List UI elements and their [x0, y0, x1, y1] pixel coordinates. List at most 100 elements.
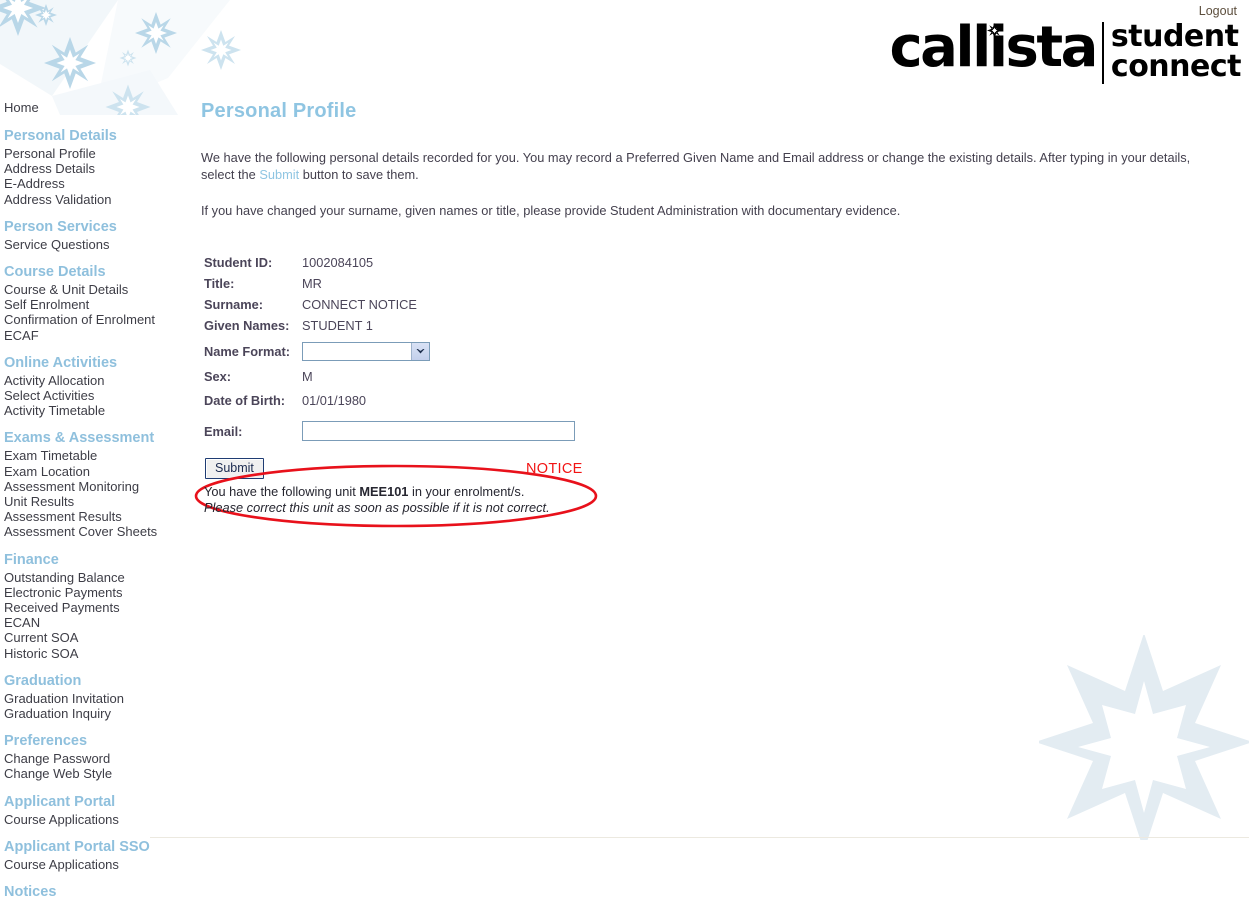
- main-content: Personal Profile We have the following p…: [198, 100, 1228, 538]
- sidebar-item-assessment-results[interactable]: Assessment Results: [0, 509, 175, 524]
- notice-line-2: Please correct this unit as soon as poss…: [204, 500, 550, 516]
- sidebar-heading-notices[interactable]: Notices: [0, 883, 175, 902]
- notice-line-1: You have the following unit MEE101 in yo…: [204, 484, 550, 500]
- sidebar-heading-personal-details[interactable]: Personal Details: [0, 127, 175, 146]
- sidebar-item-activity-allocation[interactable]: Activity Allocation: [0, 373, 175, 388]
- name-format-select[interactable]: [302, 342, 430, 361]
- brand-name: callista: [889, 20, 1099, 76]
- brand-product-line1: student: [1111, 22, 1241, 52]
- sidebar-item-change-password[interactable]: Change Password: [0, 751, 175, 766]
- sidebar-item-course-unit-details[interactable]: Course & Unit Details: [0, 282, 175, 297]
- field-row-given-names: Given Names: STUDENT 1: [204, 315, 1228, 336]
- field-row-date-of-birth: Date of Birth: 01/01/1980: [204, 387, 1228, 413]
- sidebar-item-unit-results[interactable]: Unit Results: [0, 494, 175, 509]
- sidebar-item-course-applications[interactable]: Course Applications: [0, 812, 175, 827]
- title-label: Title:: [204, 276, 302, 291]
- sidebar-item-exam-location[interactable]: Exam Location: [0, 464, 175, 479]
- sidebar-item-personal-profile[interactable]: Personal Profile: [0, 146, 175, 161]
- sidebar-item-home[interactable]: Home: [0, 100, 175, 116]
- sidebar-heading-online-activities[interactable]: Online Activities: [0, 354, 175, 373]
- sidebar-item-electronic-payments[interactable]: Electronic Payments: [0, 585, 175, 600]
- title-value: MR: [302, 276, 322, 291]
- page-header: Logout callista student connect: [0, 0, 1249, 92]
- notice-body: You have the following unit MEE101 in yo…: [204, 484, 550, 515]
- sidebar-item-historic-soa[interactable]: Historic SOA: [0, 646, 175, 661]
- logout-link[interactable]: Logout: [1199, 4, 1237, 18]
- sidebar-group-preferences: Preferences Change Password Change Web S…: [0, 732, 175, 781]
- sidebar-heading-finance[interactable]: Finance: [0, 551, 175, 570]
- sidebar-item-address-details[interactable]: Address Details: [0, 161, 175, 176]
- sidebar-item-confirmation-of-enrolment[interactable]: Confirmation of Enrolment: [0, 312, 175, 327]
- sex-value: M: [302, 369, 313, 384]
- name-format-select-wrapper: [302, 342, 430, 361]
- sidebar-group-exams-assessment: Exams & Assessment Exam Timetable Exam L…: [0, 429, 175, 539]
- brand-logo: callista student connect: [889, 20, 1241, 84]
- field-row-email: Email:: [204, 413, 1228, 449]
- field-row-title: Title: MR: [204, 273, 1228, 294]
- submit-and-notice-area: Submit NOTICE You have the following uni…: [204, 458, 624, 538]
- sidebar-heading-graduation[interactable]: Graduation: [0, 672, 175, 691]
- sidebar-group-course-details: Course Details Course & Unit Details Sel…: [0, 263, 175, 343]
- brand-product: student connect: [1111, 20, 1241, 82]
- sidebar-item-outstanding-balance[interactable]: Outstanding Balance: [0, 570, 175, 585]
- sidebar-item-received-payments[interactable]: Received Payments: [0, 600, 175, 615]
- intro-paragraph: We have the following personal details r…: [201, 149, 1213, 183]
- sidebar-group-applicant-portal-sso: Applicant Portal SSO Course Applications: [0, 838, 175, 872]
- sidebar-group-person-services: Person Services Service Questions: [0, 218, 175, 252]
- date-of-birth-value: 01/01/1980: [302, 393, 366, 408]
- sidebar-item-graduation-invitation[interactable]: Graduation Invitation: [0, 691, 175, 706]
- notice-unit-code: MEE101: [359, 484, 408, 499]
- sidebar-heading-exams-assessment[interactable]: Exams & Assessment: [0, 429, 175, 448]
- given-names-value: STUDENT 1: [302, 318, 373, 333]
- submit-button[interactable]: Submit: [205, 458, 264, 479]
- sidebar-item-ecaf[interactable]: ECAF: [0, 328, 175, 343]
- student-id-label: Student ID:: [204, 255, 302, 270]
- field-row-student-id: Student ID: 1002084105: [204, 252, 1228, 273]
- sidebar-heading-course-details[interactable]: Course Details: [0, 263, 175, 282]
- sidebar-group-online-activities: Online Activities Activity Allocation Se…: [0, 354, 175, 419]
- sidebar-group-notices: Notices: [0, 883, 175, 902]
- email-field[interactable]: [302, 421, 575, 441]
- notice-line1-prefix: You have the following unit: [204, 484, 359, 499]
- brand-product-line2: connect: [1111, 52, 1241, 82]
- brand-divider: [1102, 22, 1104, 84]
- sidebar-group-applicant-portal: Applicant Portal Course Applications: [0, 793, 175, 827]
- decorative-star-bottom-right: [1039, 635, 1249, 840]
- sidebar-item-exam-timetable[interactable]: Exam Timetable: [0, 448, 175, 463]
- personal-details-form: Student ID: 1002084105 Title: MR Surname…: [204, 252, 1228, 449]
- field-row-sex: Sex: M: [204, 366, 1228, 387]
- sidebar-item-change-web-style[interactable]: Change Web Style: [0, 766, 175, 781]
- sidebar-item-assessment-cover-sheets[interactable]: Assessment Cover Sheets: [0, 524, 175, 539]
- sidebar-heading-applicant-portal[interactable]: Applicant Portal: [0, 793, 175, 812]
- sidebar-group-finance: Finance Outstanding Balance Electronic P…: [0, 551, 175, 661]
- email-label: Email:: [204, 424, 302, 439]
- sidebar-item-current-soa[interactable]: Current SOA: [0, 630, 175, 645]
- sidebar-navigation: Home Personal Details Personal Profile A…: [0, 100, 175, 902]
- surname-label: Surname:: [204, 297, 302, 312]
- sidebar-heading-person-services[interactable]: Person Services: [0, 218, 175, 237]
- sidebar-group-personal-details: Personal Details Personal Profile Addres…: [0, 127, 175, 207]
- sidebar-item-select-activities[interactable]: Select Activities: [0, 388, 175, 403]
- notice-label: NOTICE: [526, 461, 583, 477]
- given-names-label: Given Names:: [204, 318, 302, 333]
- sidebar-group-graduation: Graduation Graduation Invitation Graduat…: [0, 672, 175, 721]
- sidebar-item-self-enrolment[interactable]: Self Enrolment: [0, 297, 175, 312]
- sex-label: Sex:: [204, 369, 302, 384]
- sidebar-heading-preferences[interactable]: Preferences: [0, 732, 175, 751]
- sidebar-item-address-validation[interactable]: Address Validation: [0, 192, 175, 207]
- sidebar-item-activity-timetable[interactable]: Activity Timetable: [0, 403, 175, 418]
- name-format-label: Name Format:: [204, 344, 302, 359]
- page-title: Personal Profile: [201, 100, 1228, 123]
- field-row-name-format: Name Format:: [204, 336, 1228, 366]
- sidebar-item-assessment-monitoring[interactable]: Assessment Monitoring: [0, 479, 175, 494]
- sidebar-item-ecan[interactable]: ECAN: [0, 615, 175, 630]
- sidebar-item-course-applications-sso[interactable]: Course Applications: [0, 857, 175, 872]
- sidebar-heading-applicant-portal-sso[interactable]: Applicant Portal SSO: [0, 838, 175, 857]
- surname-change-paragraph: If you have changed your surname, given …: [201, 202, 1213, 219]
- sidebar-item-service-questions[interactable]: Service Questions: [0, 237, 175, 252]
- notice-line1-suffix: in your enrolment/s.: [408, 484, 524, 499]
- sidebar-item-e-address[interactable]: E-Address: [0, 176, 175, 191]
- intro-submit-link[interactable]: Submit: [259, 167, 299, 182]
- sidebar-item-graduation-inquiry[interactable]: Graduation Inquiry: [0, 706, 175, 721]
- star-icon: [987, 23, 1002, 38]
